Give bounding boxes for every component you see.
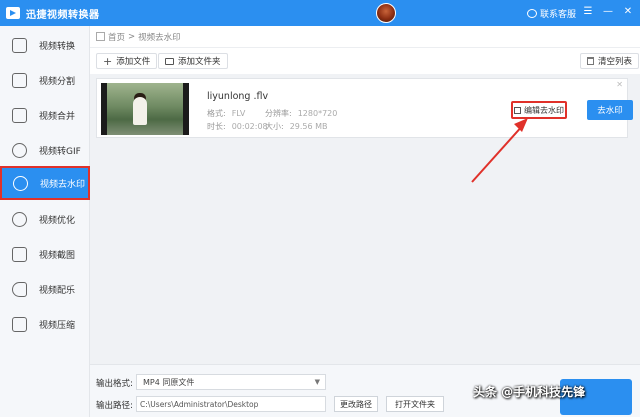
arrow-shaft [471, 123, 525, 183]
open-folder-button[interactable]: 打开文件夹 [386, 396, 444, 412]
open-folder-label: 打开文件夹 [395, 399, 435, 409]
output-format-value: MP4 同原文件 [143, 377, 195, 387]
output-format-select[interactable]: MP4 同原文件 ▼ [136, 374, 326, 390]
arrow-head [514, 118, 528, 132]
output-path-value: C:\Users\Administrator\Desktop [140, 399, 259, 409]
output-format-label: 输出格式: [96, 379, 133, 389]
output-path-field[interactable]: C:\Users\Administrator\Desktop [136, 396, 326, 412]
annotation-arrow [471, 118, 528, 183]
change-path-button[interactable]: 更改路径 [334, 396, 378, 412]
output-path-label: 输出路径: [96, 401, 133, 411]
watermark-text: 头条 @手机科技先锋 [473, 385, 586, 399]
change-path-label: 更改路径 [340, 399, 372, 409]
chevron-down-icon: ▼ [314, 378, 320, 386]
